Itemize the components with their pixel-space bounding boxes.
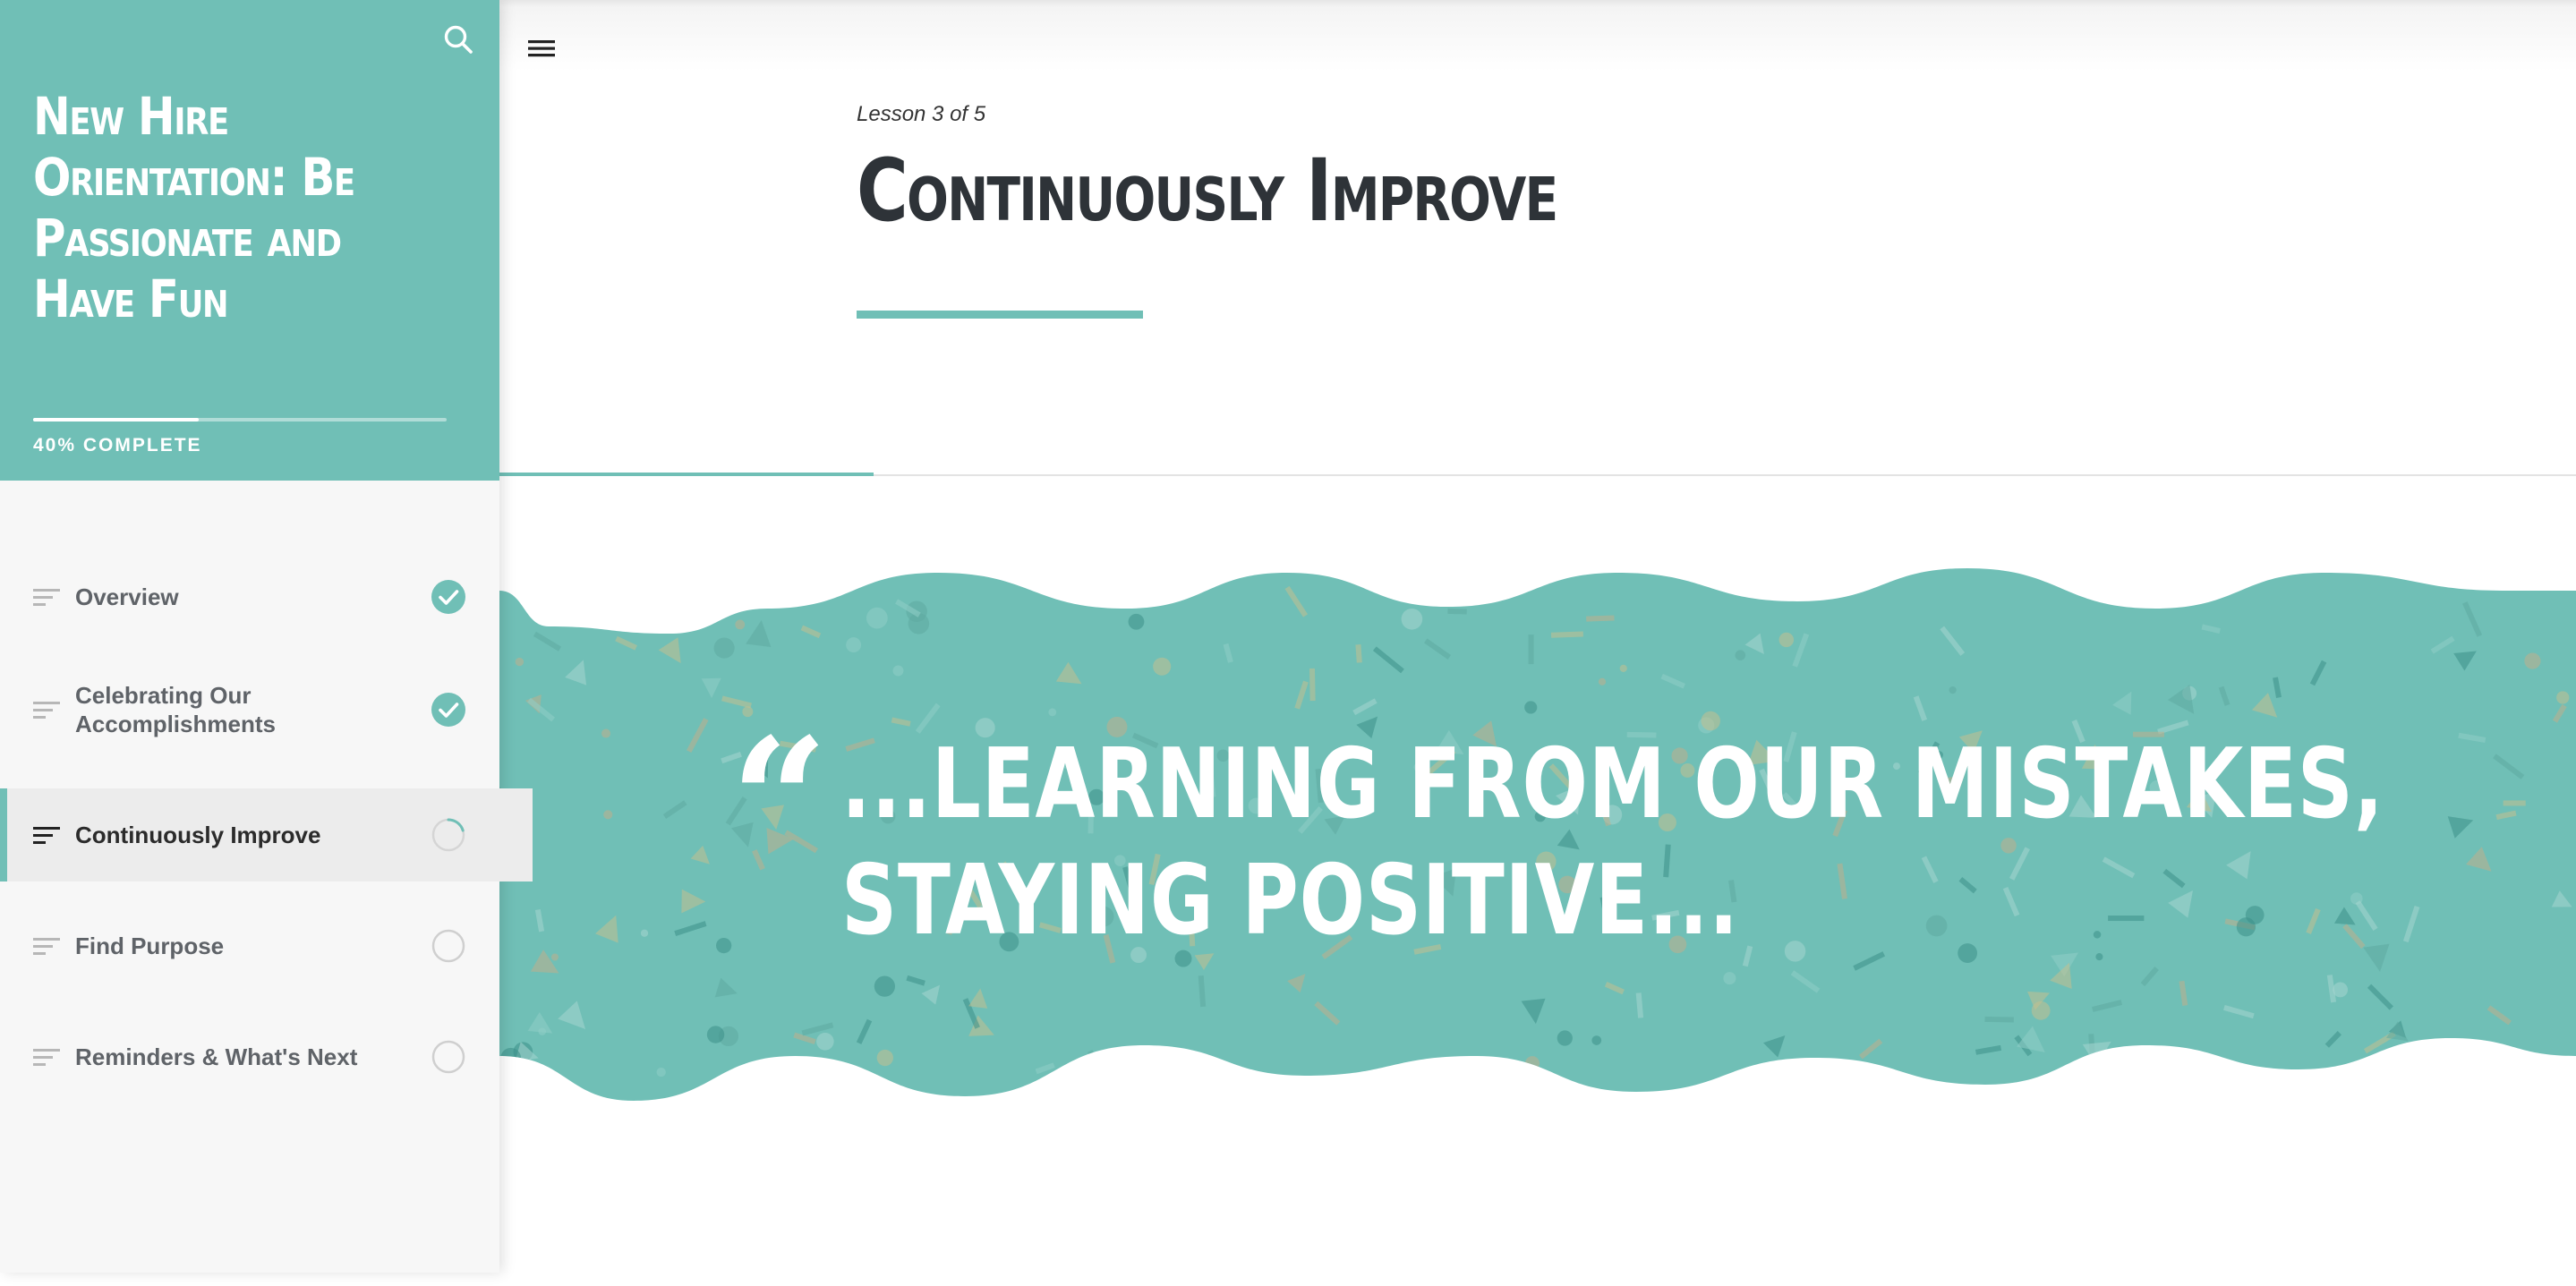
quote-line-1: ...LEARNING FROM OUR MISTAKES, xyxy=(841,728,2384,840)
confetti-piece xyxy=(714,638,735,659)
confetti-piece xyxy=(874,976,895,997)
confetti-piece xyxy=(551,954,559,961)
confetti-piece xyxy=(1723,972,1736,984)
confetti-piece xyxy=(1529,634,1534,664)
confetti-piece xyxy=(1088,1050,1103,1074)
confetti-piece xyxy=(2108,916,2144,921)
confetti-piece xyxy=(1454,1059,1471,1076)
completed-check-icon xyxy=(431,692,466,728)
search-icon xyxy=(443,24,473,55)
lesson-scroll-progress xyxy=(499,474,2576,476)
confetti-piece xyxy=(1557,1030,1573,1045)
sidebar-item-reminders-what-s-next[interactable]: Reminders & What's Next xyxy=(0,1010,533,1103)
course-progress-fill xyxy=(33,418,199,422)
confetti-piece xyxy=(601,729,610,738)
quote-text: ...LEARNING FROM OUR MISTAKES, STAYING P… xyxy=(841,727,1987,959)
not-started-icon xyxy=(431,928,466,964)
confetti-piece xyxy=(2503,800,2526,805)
confetti-piece xyxy=(1591,1035,1601,1045)
lesson-scroll-progress-fill xyxy=(499,473,874,476)
sidebar-header: New HireOrientation: BePassionate andHav… xyxy=(0,0,499,481)
in-progress-icon xyxy=(431,817,466,853)
confetti-piece xyxy=(893,666,904,677)
menu-button[interactable] xyxy=(526,34,559,63)
confetti-piece xyxy=(1153,658,1171,676)
confetti-piece xyxy=(2032,1001,2051,1020)
confetti-piece xyxy=(1779,633,1794,647)
top-bar xyxy=(499,0,2576,81)
sidebar-item-label: Find Purpose xyxy=(75,932,415,960)
confetti-piece xyxy=(603,810,612,819)
confetti-piece xyxy=(1048,708,1056,716)
sidebar-item-find-purpose[interactable]: Find Purpose xyxy=(0,899,533,992)
confetti-piece xyxy=(538,1027,546,1035)
lesson-title: Continuously Improve xyxy=(857,141,1557,240)
lesson-content: Lesson 3 of 5 Continuously Improve “ ...… xyxy=(499,0,2576,1273)
confetti-piece xyxy=(1984,1017,2013,1023)
title-underline xyxy=(857,311,1143,319)
confetti-piece xyxy=(866,608,888,629)
confetti-piece xyxy=(625,609,657,616)
confetti-piece xyxy=(1949,686,1956,694)
confetti-piece xyxy=(1620,665,1627,672)
lesson-text-icon xyxy=(33,936,62,956)
confetti-piece xyxy=(1525,1056,1540,1070)
confetti-piece xyxy=(2556,691,2569,703)
confetti-piece xyxy=(1447,609,1466,615)
confetti-piece xyxy=(877,1050,893,1066)
quote-line-2: STAYING POSITIVE... xyxy=(841,845,1739,957)
lesson-text-icon xyxy=(33,700,62,720)
confetti-piece xyxy=(1524,701,1537,713)
sidebar-item-label: Overview xyxy=(75,583,415,611)
quote-banner: “ ...LEARNING FROM OUR MISTAKES, STAYING… xyxy=(499,555,2576,1128)
sidebar-item-label: Continuously Improve xyxy=(75,821,415,849)
confetti-piece xyxy=(707,1026,724,1043)
lesson-counter: Lesson 3 of 5 xyxy=(857,102,985,127)
course-progress-bar xyxy=(33,418,447,422)
confetti-piece xyxy=(2094,931,2102,939)
confetti-piece xyxy=(846,637,861,652)
confetti-piece xyxy=(1736,650,1746,660)
sidebar-item-overview[interactable]: Overview xyxy=(0,527,533,667)
confetti-piece xyxy=(2333,983,2348,998)
hamburger-menu-icon xyxy=(526,34,559,63)
lesson-list: Overview Celebrating Our Accomplishments C… xyxy=(0,481,499,1286)
lesson-text-icon xyxy=(33,1047,62,1067)
confetti-piece xyxy=(2524,652,2540,669)
confetti-piece xyxy=(2095,953,2103,960)
course-sidebar: New HireOrientation: BePassionate andHav… xyxy=(0,0,499,1273)
confetti-piece xyxy=(1129,614,1145,630)
confetti-piece xyxy=(735,619,745,629)
lesson-text-icon xyxy=(33,587,62,607)
confetti-piece xyxy=(1551,632,1583,638)
not-started-icon xyxy=(431,1039,466,1075)
sidebar-item-label: Celebrating Our Accomplishments xyxy=(75,681,415,738)
confetti-piece xyxy=(2237,917,2256,936)
confetti-piece xyxy=(1599,678,1606,686)
confetti-piece xyxy=(641,930,648,937)
lesson-text-icon xyxy=(33,825,62,845)
course-title: New HireOrientation: BePassionate andHav… xyxy=(33,86,388,329)
sidebar-item-label: Reminders & What's Next xyxy=(75,1043,415,1071)
confetti-piece xyxy=(1309,669,1316,701)
quote-mark-icon: “ xyxy=(730,716,828,886)
confetti-piece xyxy=(716,938,731,953)
course-progress-label: 40% COMPLETE xyxy=(33,435,202,456)
sidebar-item-celebrating-our-accomplishments[interactable]: Celebrating Our Accomplishments xyxy=(0,652,533,768)
sidebar-item-continuously-improve[interactable]: Continuously Improve xyxy=(0,788,533,881)
search-button[interactable] xyxy=(437,18,480,61)
confetti-piece xyxy=(1438,1062,1456,1080)
confetti-piece xyxy=(1402,609,1423,630)
confetti-piece xyxy=(657,1068,666,1077)
confetti-piece xyxy=(1586,616,1615,622)
completed-check-icon xyxy=(431,579,466,615)
confetti-piece xyxy=(816,1033,834,1051)
confetti-piece xyxy=(1497,1071,1503,1095)
